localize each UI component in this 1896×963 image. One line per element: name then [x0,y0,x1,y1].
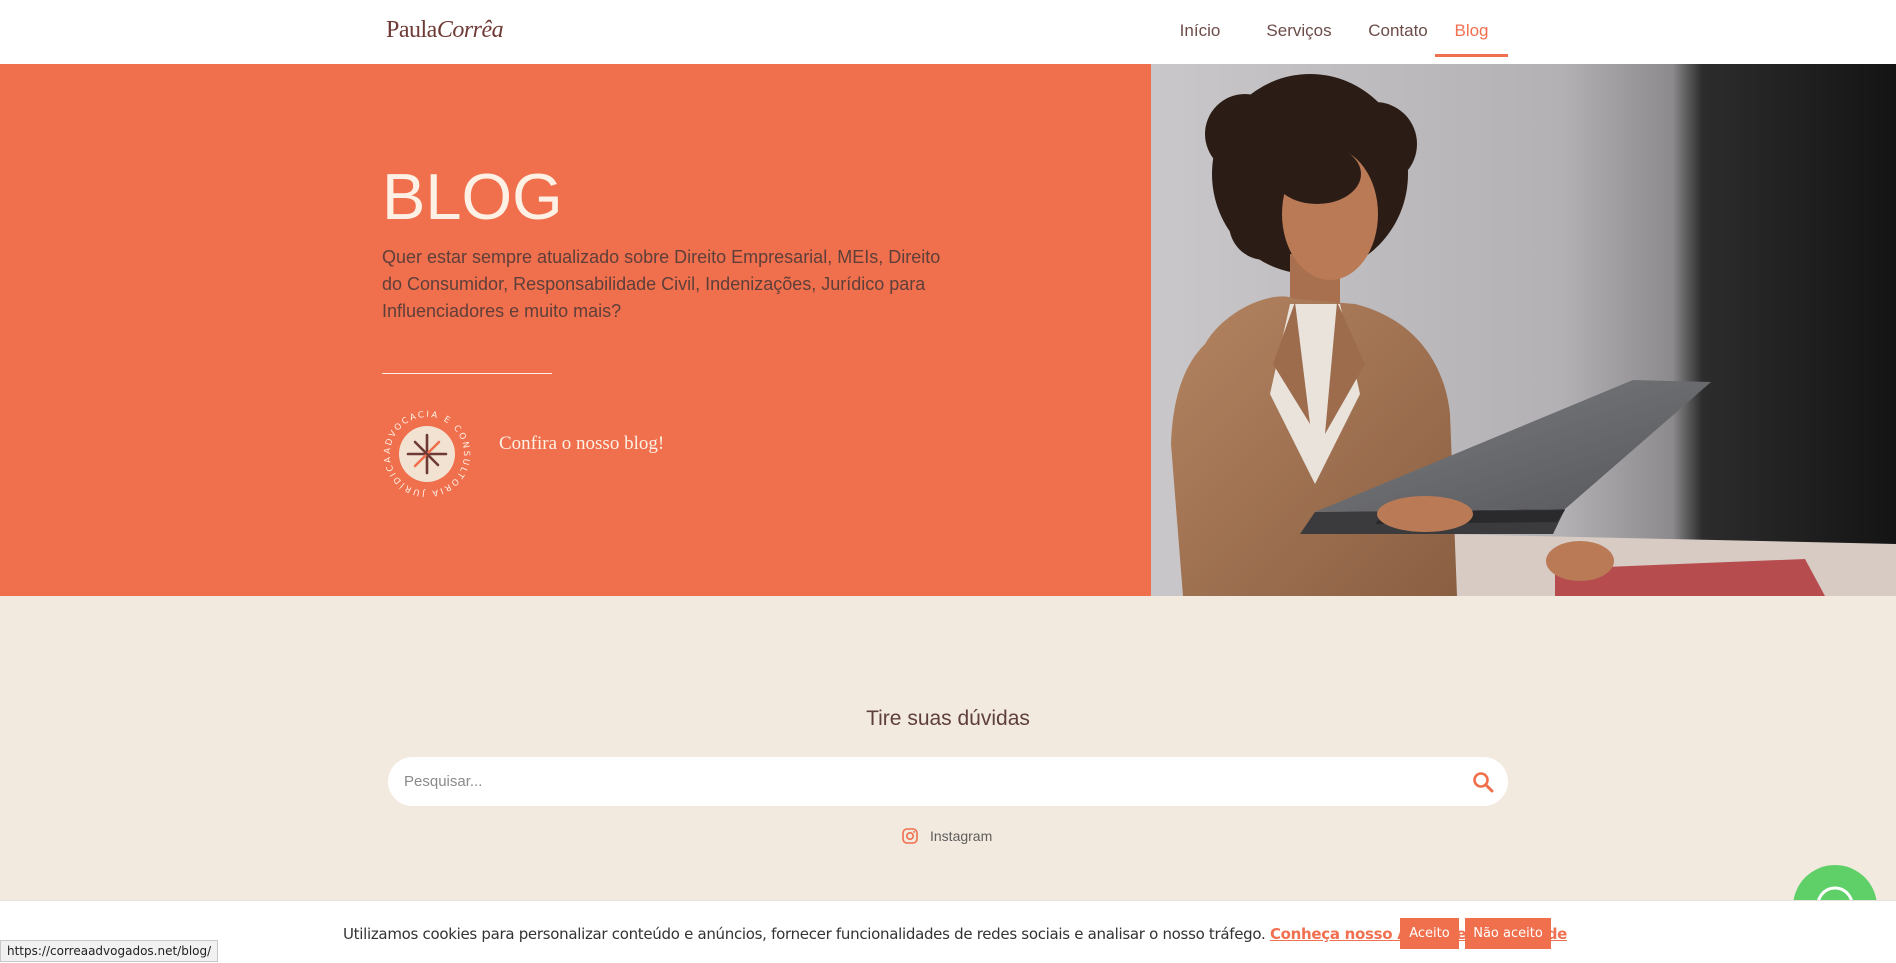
cookie-message: Utilizamos cookies para personalizar con… [343,925,1567,943]
hero-title: BLOG [382,160,563,233]
site-logo[interactable]: PaulaCorrêa [386,17,504,44]
nav-inicio[interactable]: Início [1160,0,1240,54]
search-bar [388,757,1508,806]
cookie-text: Utilizamos cookies para personalizar con… [343,925,1266,943]
brand-seal-icon: ADVOCACIA E CONSULTORIA JURÍDICA [382,409,472,499]
site-header: PaulaCorrêa Início Serviços Contato Blog [0,0,1896,64]
instagram-label: Instagram [930,828,993,844]
blog-cta-link[interactable]: Confira o nosso blog! [499,433,664,455]
nav-contato[interactable]: Contato [1358,0,1438,54]
main-nav: Início Serviços Contato Blog [1160,0,1520,64]
logo-first-name: Paula [386,17,437,43]
search-icon[interactable] [1472,771,1494,793]
hero-section: BLOG Quer estar sempre atualizado sobre … [0,64,1896,596]
cookie-banner: Utilizamos cookies para personalizar con… [0,900,1896,963]
hero-divider [382,373,552,374]
hero-description: Quer estar sempre atualizado sobre Direi… [382,247,941,321]
nav-servicos[interactable]: Serviços [1250,0,1348,54]
hero-photo [1085,64,1896,596]
search-input[interactable] [404,757,1444,806]
logo-last-name: Corrêa [436,17,504,43]
instagram-icon [902,828,918,844]
nav-blog[interactable]: Blog [1435,0,1508,57]
instagram-link[interactable]: Instagram [902,826,992,846]
reject-cookies-button[interactable]: Não aceito [1465,918,1551,949]
faq-title: Tire suas dúvidas [866,707,1030,730]
status-bar-url: https://correaadvogados.net/blog/ [0,940,219,962]
accept-cookies-button[interactable]: Aceito [1400,918,1459,949]
